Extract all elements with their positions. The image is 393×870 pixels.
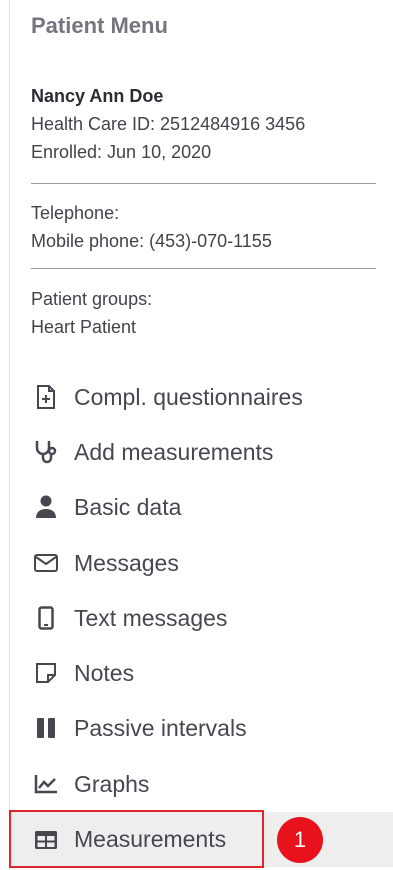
health-care-id: Health Care ID: 2512484916 3456 xyxy=(31,114,306,134)
nav-item-passive-intervals[interactable]: Passive intervals xyxy=(10,702,393,754)
patient-groups: Patient groups: Heart Patient xyxy=(31,285,152,341)
nav-item-label: Text messages xyxy=(74,604,228,631)
envelope-icon xyxy=(32,549,60,577)
mobile-phone-icon xyxy=(32,604,60,632)
patient-info: Nancy Ann Doe Health Care ID: 2512484916… xyxy=(31,82,305,166)
nav-item-notes[interactable]: Notes xyxy=(10,647,393,699)
nav-item-messages[interactable]: Messages xyxy=(10,537,393,589)
user-icon xyxy=(32,493,60,521)
questionnaire-icon xyxy=(32,383,60,411)
nav-item-label: Add measurements xyxy=(74,438,274,465)
stethoscope-icon xyxy=(32,438,60,466)
nav-item-graphs[interactable]: Graphs xyxy=(10,758,393,810)
nav-item-compl-questionnaires[interactable]: Compl. questionnaires xyxy=(10,371,393,423)
divider xyxy=(31,183,376,184)
note-icon xyxy=(32,659,60,687)
pause-icon xyxy=(32,714,60,742)
nav-item-label: Graphs xyxy=(74,770,150,797)
nav-item-label: Compl. questionnaires xyxy=(74,383,303,410)
patient-groups-label: Patient groups: xyxy=(31,289,153,309)
patient-name: Nancy Ann Doe xyxy=(31,86,164,106)
menu-title: Patient Menu xyxy=(31,13,168,38)
mobile-phone: Mobile phone: (453)-070-1155 xyxy=(31,231,272,251)
annotation-badge: 1 xyxy=(277,817,323,863)
nav-item-label: Notes xyxy=(74,659,135,686)
contact-info: Telephone: Mobile phone: (453)-070-1155 xyxy=(31,199,272,255)
highlight-box xyxy=(9,810,264,868)
telephone-label: Telephone: xyxy=(31,203,120,223)
nav-item-basic-data[interactable]: Basic data xyxy=(10,481,393,533)
nav-item-text-messages[interactable]: Text messages xyxy=(10,592,393,644)
nav-item-label: Basic data xyxy=(74,493,182,520)
nav-item-label: Passive intervals xyxy=(74,714,247,741)
nav-item-label: Messages xyxy=(74,549,179,576)
enrolled-date: Enrolled: Jun 10, 2020 xyxy=(31,142,212,162)
divider xyxy=(31,268,376,269)
nav-item-add-measurements[interactable]: Add measurements xyxy=(10,426,393,478)
chart-icon xyxy=(32,770,60,798)
patient-groups-value: Heart Patient xyxy=(31,317,137,337)
